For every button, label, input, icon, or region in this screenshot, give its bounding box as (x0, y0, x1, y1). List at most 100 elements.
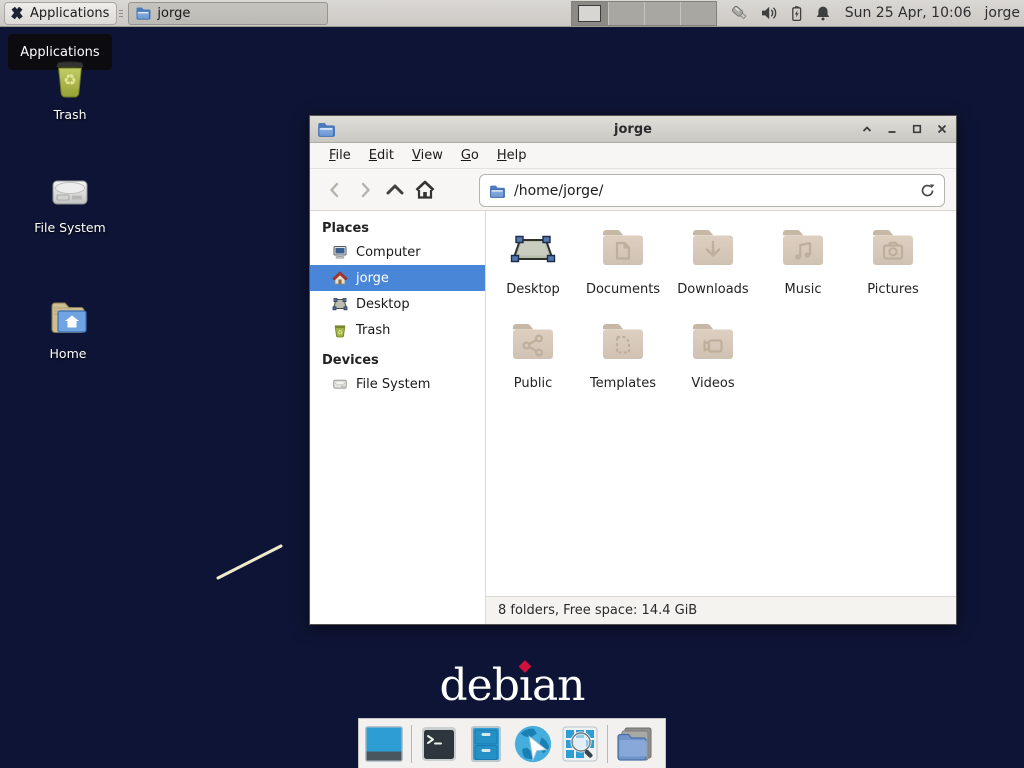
debian-logo: debıan (0, 660, 1024, 711)
folder-icon[interactable] (615, 724, 655, 764)
workspace-2[interactable] (608, 2, 644, 25)
battery-charging-icon[interactable] (789, 5, 804, 22)
panel-clock[interactable]: Sun 25 Apr, 10:06 (845, 5, 972, 21)
back-button[interactable] (320, 175, 350, 205)
menu-go[interactable]: Go (454, 145, 486, 166)
svg-text:♻: ♻ (63, 71, 76, 89)
svg-text:♻: ♻ (337, 328, 343, 336)
videos-folder-icon (689, 319, 737, 367)
file-grid[interactable]: Desktop Documents (486, 211, 956, 596)
sidebar: Places Computer jorge (310, 211, 486, 624)
sidebar-header-devices: Devices (310, 349, 485, 371)
application-finder-icon[interactable] (560, 724, 600, 764)
folder-icon (135, 5, 151, 21)
file-label: Public (514, 376, 552, 391)
debian-logo-text: deb (439, 660, 518, 711)
desktop-icon-label: Trash (22, 107, 118, 122)
notifications-bell-icon[interactable] (815, 5, 831, 22)
workspace-4[interactable] (680, 2, 716, 25)
location-folder-icon (488, 183, 506, 199)
menu-view[interactable]: View (405, 145, 450, 166)
file-view: Desktop Documents (486, 211, 956, 624)
downloads-folder-icon (689, 225, 737, 273)
status-bar: 8 folders, Free space: 14.4 GiB (486, 596, 956, 624)
maximize-button[interactable] (909, 121, 925, 137)
toolbar: /home/jorge/ (310, 168, 956, 211)
volume-icon[interactable] (761, 5, 778, 21)
window-titlebar[interactable]: jorge (310, 116, 956, 143)
close-button[interactable] (934, 121, 950, 137)
sidebar-header-places: Places (310, 217, 485, 239)
documents-folder-icon (599, 225, 647, 273)
web-browser-icon[interactable] (513, 724, 553, 764)
minimize-button[interactable] (884, 121, 900, 137)
system-tray (731, 5, 831, 22)
terminal-icon[interactable] (419, 724, 459, 764)
pictures-folder-icon (869, 225, 917, 273)
file-tile-pictures[interactable]: Pictures (848, 223, 938, 297)
desktop-icon-file-system[interactable]: File System (22, 168, 118, 235)
status-text: 8 folders, Free space: 14.4 GiB (498, 603, 697, 618)
file-cabinet-icon[interactable] (466, 724, 506, 764)
tasklist-grip-handle[interactable] (119, 4, 126, 22)
dock-separator (607, 725, 608, 763)
forward-button[interactable] (350, 175, 380, 205)
applications-menu-label: Applications (30, 6, 109, 21)
menu-edit[interactable]: Edit (362, 145, 401, 166)
file-tile-templates[interactable]: Templates (578, 317, 668, 391)
desktop-icon (332, 296, 348, 312)
desktop-icon-trash[interactable]: ♻ Trash (22, 55, 118, 122)
drive-icon (332, 376, 348, 392)
sidebar-item-jorge[interactable]: jorge (310, 265, 485, 291)
file-tile-public[interactable]: Public (488, 317, 578, 391)
desktop-icon-home[interactable]: Home (20, 294, 116, 361)
sidebar-item-trash[interactable]: ♻ Trash (310, 317, 485, 343)
desktop-icon-label: File System (22, 220, 118, 235)
sidebar-item-label: Trash (356, 323, 390, 338)
top-panel: Applications jorge (0, 0, 1024, 27)
xfce-applications-icon (9, 5, 25, 21)
desktop-icon-label: Home (20, 346, 116, 361)
file-tile-documents[interactable]: Documents (578, 223, 668, 297)
sidebar-item-label: Computer (356, 245, 421, 260)
up-button[interactable] (380, 175, 410, 205)
sidebar-item-file-system[interactable]: File System (310, 371, 485, 397)
file-manager-window: jorge File Edit View Go Help (309, 115, 957, 625)
applications-menu-button[interactable]: Applications (4, 2, 117, 25)
taskbar-window-button[interactable]: jorge (128, 2, 328, 25)
workspace-3[interactable] (644, 2, 680, 25)
desktop-folder-icon (509, 225, 557, 273)
home-folder-icon (44, 294, 92, 342)
public-folder-icon (509, 319, 557, 367)
home-button[interactable] (410, 175, 440, 205)
trash-icon: ♻ (332, 322, 348, 338)
taskbar-window-label: jorge (157, 6, 190, 21)
trash-icon: ♻ (46, 55, 94, 103)
shade-button[interactable] (859, 121, 875, 137)
sidebar-item-label: Desktop (356, 297, 410, 312)
file-label: Templates (590, 376, 656, 391)
location-bar[interactable]: /home/jorge/ (479, 174, 945, 207)
file-tile-videos[interactable]: Videos (668, 317, 758, 391)
templates-folder-icon (599, 319, 647, 367)
reload-icon[interactable] (919, 182, 936, 199)
menu-file[interactable]: File (322, 145, 358, 166)
file-tile-desktop[interactable]: Desktop (488, 223, 578, 297)
workspace-switcher (571, 1, 717, 26)
file-tile-music[interactable]: Music (758, 223, 848, 297)
workspace-1[interactable] (572, 2, 608, 25)
hard-drive-icon (46, 168, 94, 216)
user-home-icon (332, 270, 348, 286)
power-plug-icon[interactable] (731, 5, 750, 22)
music-folder-icon (779, 225, 827, 273)
path-input[interactable]: /home/jorge/ (514, 183, 911, 199)
sidebar-item-desktop[interactable]: Desktop (310, 291, 485, 317)
sidebar-item-computer[interactable]: Computer (310, 239, 485, 265)
file-tile-downloads[interactable]: Downloads (668, 223, 758, 297)
panel-username: jorge (985, 5, 1020, 21)
show-desktop-icon[interactable] (364, 724, 404, 764)
file-label: Downloads (677, 282, 748, 297)
file-label: Pictures (867, 282, 918, 297)
menu-help[interactable]: Help (490, 145, 534, 166)
file-label: Videos (691, 376, 734, 391)
